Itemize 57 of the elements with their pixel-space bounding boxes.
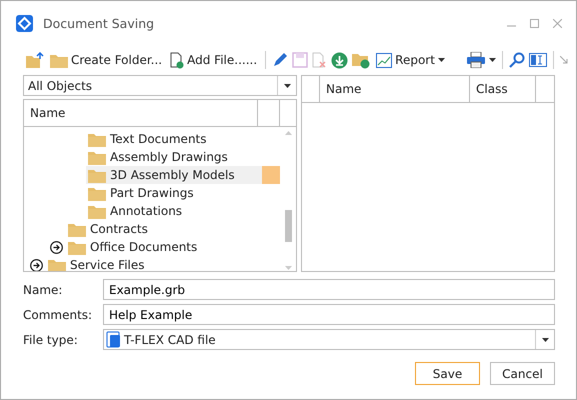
folder-icon (88, 186, 106, 200)
folder-icon (88, 150, 106, 164)
tree-item[interactable]: Part Drawings (86, 184, 262, 202)
folder-icon (88, 204, 106, 218)
close-icon[interactable] (553, 18, 562, 28)
folder-download-icon[interactable] (352, 52, 370, 68)
file-type-dropdown[interactable]: T-FLEX CAD file (103, 329, 555, 350)
folder-up-icon[interactable] (26, 52, 44, 68)
search-icon[interactable] (509, 52, 525, 68)
caret-icon (284, 84, 290, 88)
name-field[interactable]: Example.grb (103, 279, 555, 300)
tree-item[interactable]: Office Documents (66, 238, 262, 256)
file-add-icon (170, 52, 184, 68)
column-header[interactable]: Name (320, 76, 470, 102)
caret-icon (438, 58, 445, 62)
tree-item[interactable]: Contracts (66, 220, 262, 238)
panel-icon[interactable] (529, 53, 547, 67)
scroll-up-icon[interactable] (284, 131, 292, 135)
arrow-right-circle-icon[interactable] (50, 240, 63, 254)
maximize-icon[interactable] (530, 18, 539, 28)
folder-icon (48, 258, 66, 271)
tree-item[interactable]: Assembly Drawings (86, 148, 262, 166)
folder-icon (68, 222, 86, 236)
window-title: Document Saving (43, 16, 156, 30)
add-file-button[interactable]: Add File...... (168, 49, 260, 71)
arrow-right-circle-icon[interactable] (30, 258, 43, 271)
scroll-down-icon[interactable] (284, 266, 292, 270)
pencil-icon[interactable] (272, 52, 288, 68)
caret-icon (489, 58, 496, 62)
download-icon[interactable] (331, 52, 348, 68)
resize-icon[interactable] (560, 56, 568, 64)
tree-item[interactable]: Text Documents (86, 130, 262, 148)
field-label: Comments: (23, 308, 91, 322)
app-logo-icon (16, 14, 33, 32)
field-label: Name: (23, 282, 64, 296)
folder-icon (88, 132, 106, 146)
dialog-button[interactable]: Save (415, 362, 480, 385)
caret-icon (542, 338, 548, 342)
field-label: File type: (23, 332, 79, 346)
column-header[interactable]: Class (470, 76, 536, 102)
dialog-button[interactable]: Cancel (490, 362, 555, 385)
scroll-thumb[interactable] (284, 210, 292, 242)
delete-file-icon[interactable] (312, 52, 328, 68)
comments-field[interactable]: Help Example (103, 304, 555, 325)
document-icon (106, 331, 122, 348)
folder-icon (50, 52, 68, 68)
tree-item[interactable]: 3D Assembly Models (86, 166, 262, 184)
folder-icon (88, 168, 106, 182)
chart-icon (376, 52, 392, 68)
column-header[interactable]: Name (24, 100, 258, 126)
report-button[interactable]: Report (374, 49, 447, 71)
filter-dropdown[interactable]: All Objects (23, 75, 297, 96)
folder-icon (68, 240, 86, 254)
tree-item[interactable]: Service Files (46, 256, 262, 271)
create-folder-button[interactable]: Create Folder... (48, 49, 164, 71)
tree-item[interactable]: Annotations (86, 202, 262, 220)
printer-icon[interactable] (467, 52, 485, 68)
